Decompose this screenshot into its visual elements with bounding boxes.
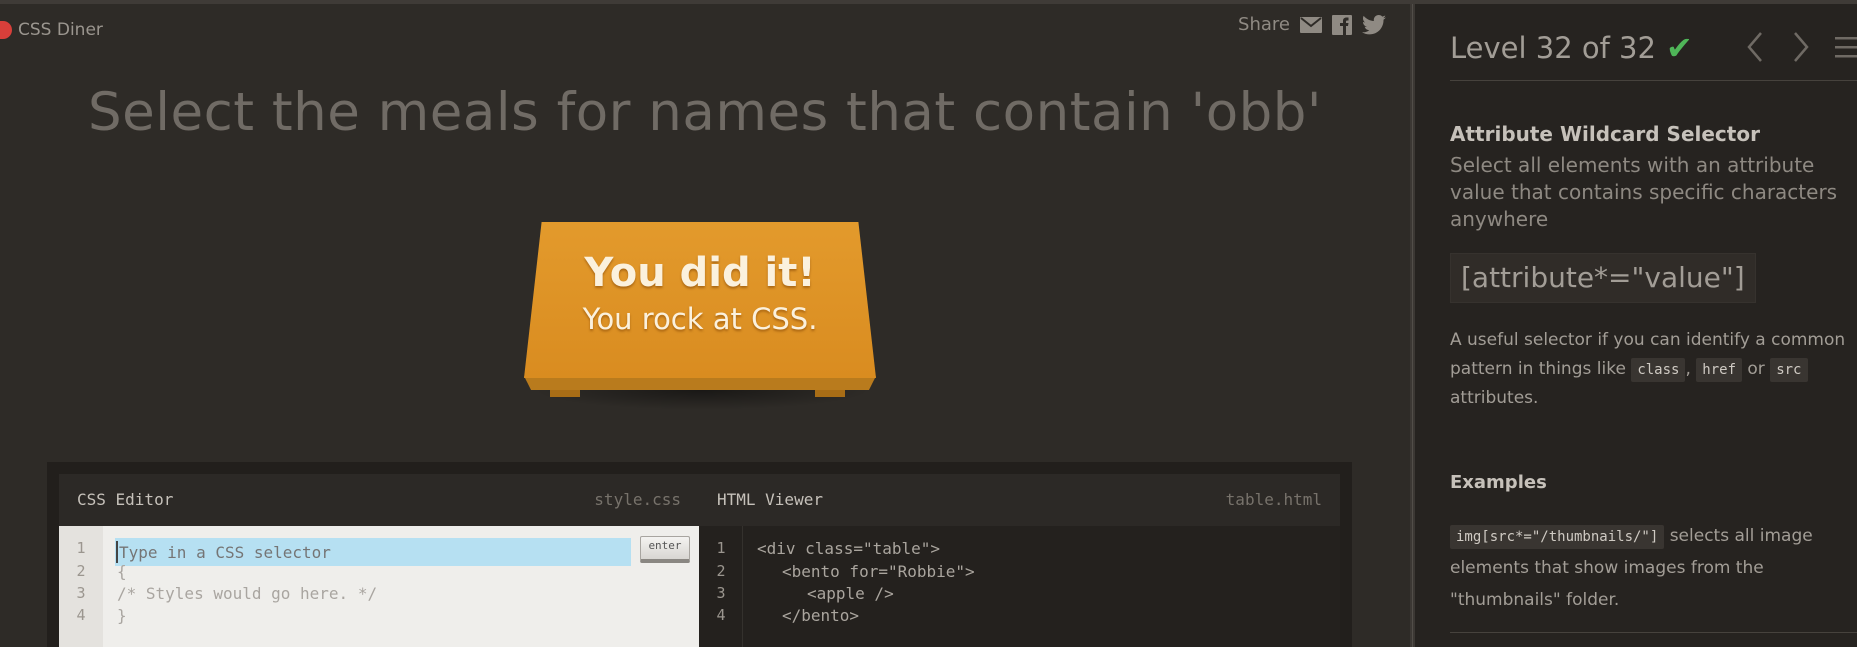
level-indicator: Level 32 of 32 ✔: [1450, 29, 1693, 67]
success-title: You did it!: [584, 250, 816, 296]
facebook-icon[interactable]: [1332, 14, 1352, 35]
table-front-edge: [524, 376, 876, 390]
level-label: Level 32 of 32: [1450, 31, 1656, 65]
twitter-icon[interactable]: [1362, 14, 1386, 35]
share-label: Share: [1238, 14, 1290, 35]
sidebar-divider: [1450, 80, 1857, 81]
hint-text-end: attributes.: [1450, 388, 1539, 408]
css-editor-filename: style.css: [594, 490, 681, 509]
html-code-line[interactable]: </bento>: [782, 606, 859, 625]
line-number: 3: [76, 584, 86, 602]
selector-description: Select all elements with an attribute va…: [1450, 153, 1838, 231]
bento-table: You did it! You rock at CSS.: [520, 220, 880, 410]
success-message: You did it! You rock at CSS.: [520, 250, 880, 336]
share-bar: Share: [1238, 14, 1386, 35]
selector-name: Attribute Wildcard Selector: [1450, 122, 1760, 146]
success-subtitle: You rock at CSS.: [582, 302, 818, 336]
level-instruction: Select the meals for names that contain …: [88, 82, 1322, 143]
css-code-line: {: [117, 562, 127, 581]
html-code-line[interactable]: <apple />: [807, 584, 894, 603]
line-number: 1: [76, 539, 86, 557]
logo-text: CSS Diner: [18, 20, 103, 40]
hint-or: or: [1747, 359, 1765, 379]
previous-level-icon[interactable]: [1745, 31, 1765, 63]
html-viewer-title: HTML Viewer: [717, 490, 823, 509]
html-line-gutter: 1 2 3 4: [699, 526, 743, 647]
html-viewer-body: 1 2 3 4 <div class="table"> <bento for="…: [699, 526, 1340, 647]
selector-syntax: [attribute*="value"]: [1450, 253, 1756, 303]
example-code: img[src*="/thumbnails/"]: [1450, 525, 1665, 549]
css-line-gutter: 1 2 3 4: [59, 526, 103, 647]
example-item: img[src*="/thumbnails/"] selects all ima…: [1450, 520, 1850, 616]
code-editor: CSS Editor style.css HTML Viewer table.h…: [47, 462, 1352, 647]
text-caret: [116, 541, 118, 563]
level-sidebar: Level 32 of 32 ✔ Attribute Wildcard Sele…: [1415, 4, 1857, 647]
line-number: 1: [716, 539, 726, 557]
code-tag: class: [1631, 358, 1686, 382]
css-editor-title: CSS Editor: [77, 490, 174, 509]
examples-heading: Examples: [1450, 472, 1547, 493]
line-number: 4: [716, 606, 726, 624]
mail-icon[interactable]: [1300, 16, 1322, 33]
html-viewer-filename: table.html: [1225, 490, 1322, 509]
hint-separator: ,: [1685, 359, 1691, 379]
html-viewer-header: HTML Viewer table.html: [699, 474, 1340, 526]
sidebar-divider: [1450, 632, 1857, 633]
code-tag: href: [1696, 358, 1742, 382]
css-editor-body: 1 2 3 4 enter { /* Styles would go here.…: [59, 526, 699, 647]
line-number: 3: [716, 584, 726, 602]
html-code-line[interactable]: <div class="table">: [757, 539, 940, 558]
line-number: 2: [76, 562, 86, 580]
level-menu-icon[interactable]: [1835, 31, 1857, 63]
game-area: CSS Diner Share Select the meals for nam…: [0, 4, 1410, 647]
html-code-line[interactable]: <bento for="Robbie">: [782, 562, 975, 581]
selector-hint: A useful selector if you can identify a …: [1450, 326, 1850, 413]
css-code-line: }: [117, 606, 127, 625]
css-code-line: /* Styles would go here. */: [117, 584, 378, 603]
line-number: 2: [716, 562, 726, 580]
next-level-icon[interactable]: [1791, 31, 1811, 63]
checkmark-icon: ✔: [1665, 29, 1693, 67]
logo[interactable]: CSS Diner: [0, 16, 103, 44]
css-selector-input[interactable]: [115, 538, 631, 566]
line-number: 4: [76, 606, 86, 624]
code-tag: src: [1770, 358, 1808, 382]
logo-icon: [0, 21, 12, 39]
enter-button[interactable]: enter: [640, 536, 690, 563]
css-editor-header: CSS Editor style.css: [59, 474, 699, 526]
